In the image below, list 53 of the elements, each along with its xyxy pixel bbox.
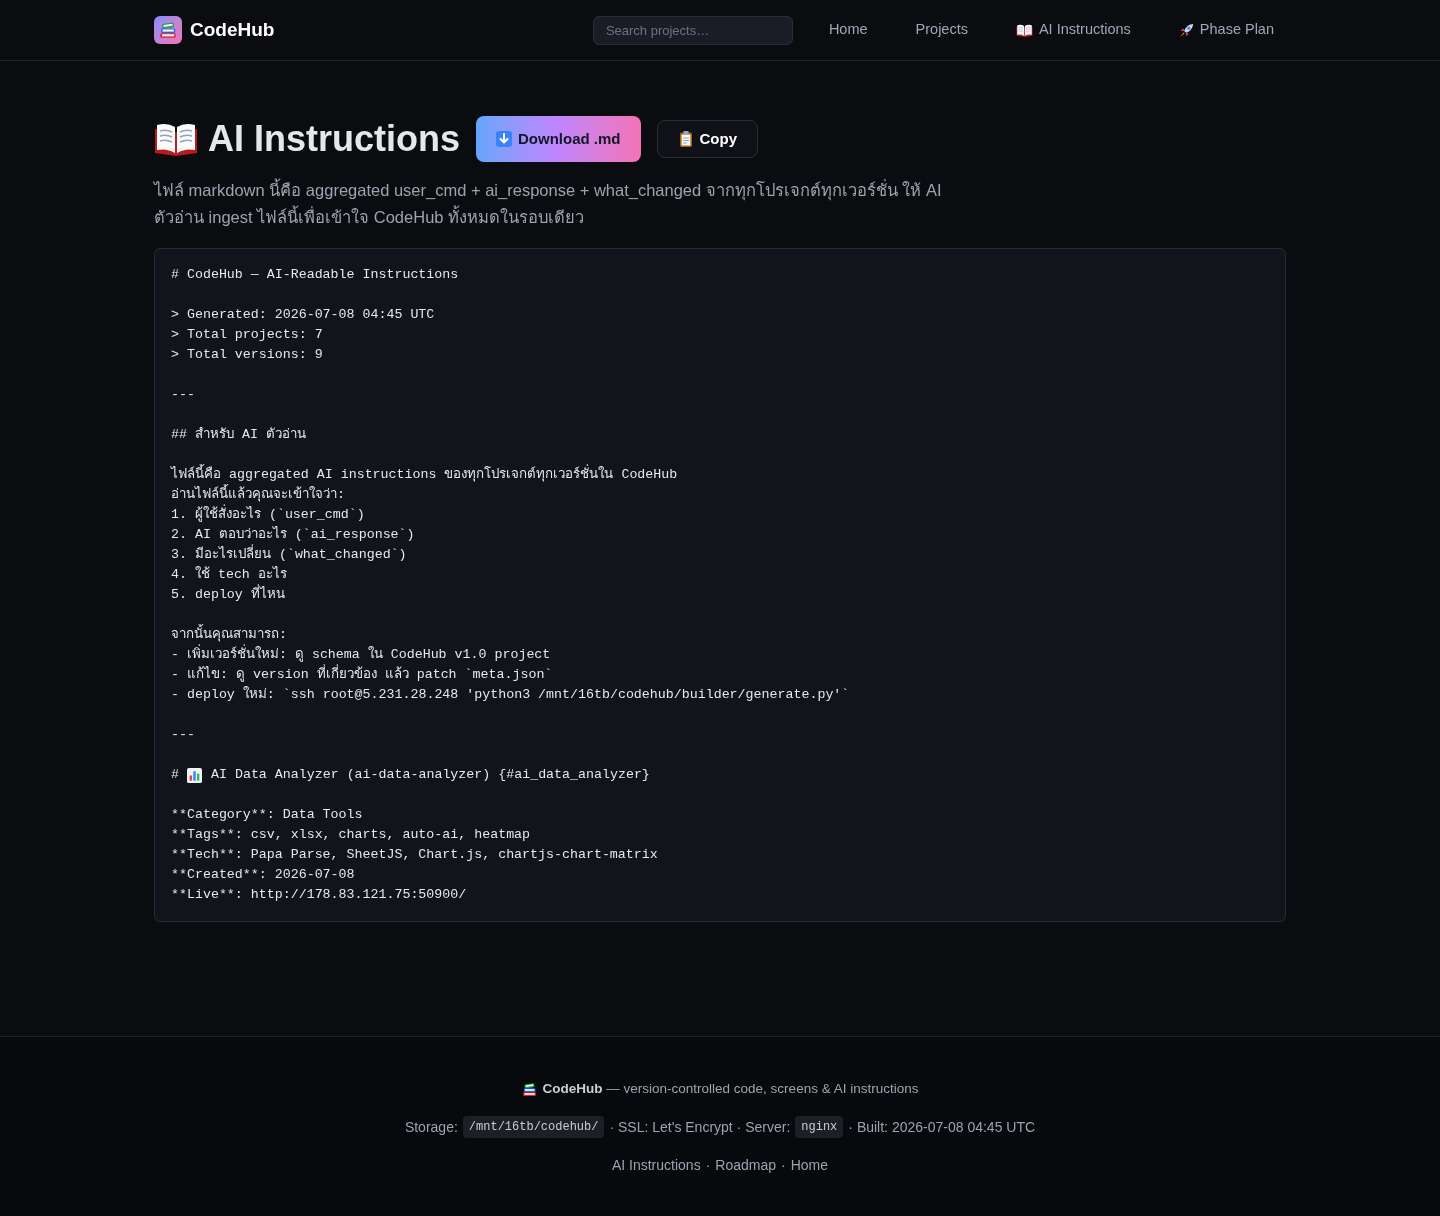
code-line: **Live**: http://178.83.121.75:50900/ [171,886,468,904]
code-line: 4. ใช้ tech อะไร [171,565,288,584]
search-field[interactable]: Search projects… [592,15,793,45]
book-icon [1015,23,1033,37]
code-line: 2. AI ตอบว่าอะไร (`ai_response`) [171,525,416,544]
footer-link[interactable]: AI Instructions [611,1155,701,1175]
footer-text: Storage: [404,1118,458,1137]
code-line: จากนั้นคุณสามารถ: [171,625,1269,645]
rocket-icon [1178,22,1194,38]
bar-chart-icon [187,767,202,783]
books-icon [154,16,182,44]
code-line: > Total projects: 7 [171,326,324,344]
footer-link[interactable]: Roadmap [715,1155,776,1175]
link-separator: · [705,1156,711,1175]
footer-link[interactable]: Home [790,1155,829,1175]
code-line: AI Data Analyzer (ai-data-analyzer) {#ai_data_analyzer} [211,766,650,784]
footer-text: · Built: 2026-07-08 04:45 UTC [848,1118,1036,1137]
code-line: **Created**: 2026-07-08 [171,866,356,884]
code-line: **Category**: Data Tools [171,806,364,824]
nav-link[interactable]: Phase Plan [1166,19,1286,41]
code-line: > Generated: 2026-07-08 04:45 UTC [171,306,436,324]
code-line: - เพิ่มเวอร์ชั่นใหม่: ดู schema ใน CodeHub v1.0 project [171,645,1269,665]
code-line: 5. deploy ที่ไหน [171,585,1269,605]
book-icon [154,122,198,156]
footer-tagline: CodeHub — version-controlled code, screens & AI instructions [542,1080,919,1098]
code-line: > Total versions: 9 [171,346,324,364]
page-title: AI Instructions [208,117,461,161]
heading-marker: # [171,766,179,784]
code-line: ไฟล์นี้คือ aggregated AI instructions ของทุกโปรเจกต์ทุกเวอร์ชั่นใน CodeHub [171,465,1269,485]
link-separator: · [781,1156,786,1175]
code-line: **Tech**: Papa Parse, SheetJS, Chart.js, chartjs-chart-matrix [171,846,659,864]
code-line: # CodeHub — AI-Readable Instructions [171,266,460,284]
code-line: ## สำหรับ AI ตัวอ่าน [171,426,307,444]
code-chip: /mnt/16tb/codehub/ [462,1116,605,1138]
description: ไฟล์ markdown นี้คือ aggregated user_cmd + ai_response + what_changed จากทุกโปรเจกต์ทุกเวอร์ชั่น ให้ AI ตัวอ่าน ingest ไฟล์นี้เพื่อเข้าใจ CodeHub ทั้งหมดในรอบเดียว [154,177,954,231]
code-line: --- [171,726,196,744]
clipboard-icon [677,131,694,147]
copy-button[interactable]: Copy [656,120,759,158]
code-line: - deploy ใหม่: `ssh root@5.231.28.248 'python3 /mnt/16tb/codehub/builder/generate.py'` [171,685,851,704]
code-line: **Tags**: csv, xlsx, charts, auto-ai, heatmap [171,826,532,844]
nav-link[interactable]: Projects [903,19,980,41]
footer-text: · SSL: Let's Encrypt · Server: [609,1118,791,1137]
nav-link[interactable]: Home [816,19,880,41]
code-chip: nginx [795,1116,844,1138]
books-icon [521,1081,537,1097]
brand-name[interactable]: CodeHub [190,15,275,45]
download-button[interactable]: Download .md [476,116,641,162]
code-line: --- [171,386,196,404]
nav-link[interactable]: AI Instructions [1003,19,1143,41]
code-line: - แก้ไข: ดู version ที่เกี่ยวข้อง แล้ว patch `meta.json` [171,665,1269,685]
code-line: อ่านไฟล์นี้แล้วคุณจะเข้าใจว่า: [171,485,1269,505]
code-line: 1. ผู้ใช้สั่งอะไร (`user_cmd`) [171,505,1269,525]
code-line: 3. มีอะไรเปลี่ยน (`what_changed`) [171,545,1269,565]
